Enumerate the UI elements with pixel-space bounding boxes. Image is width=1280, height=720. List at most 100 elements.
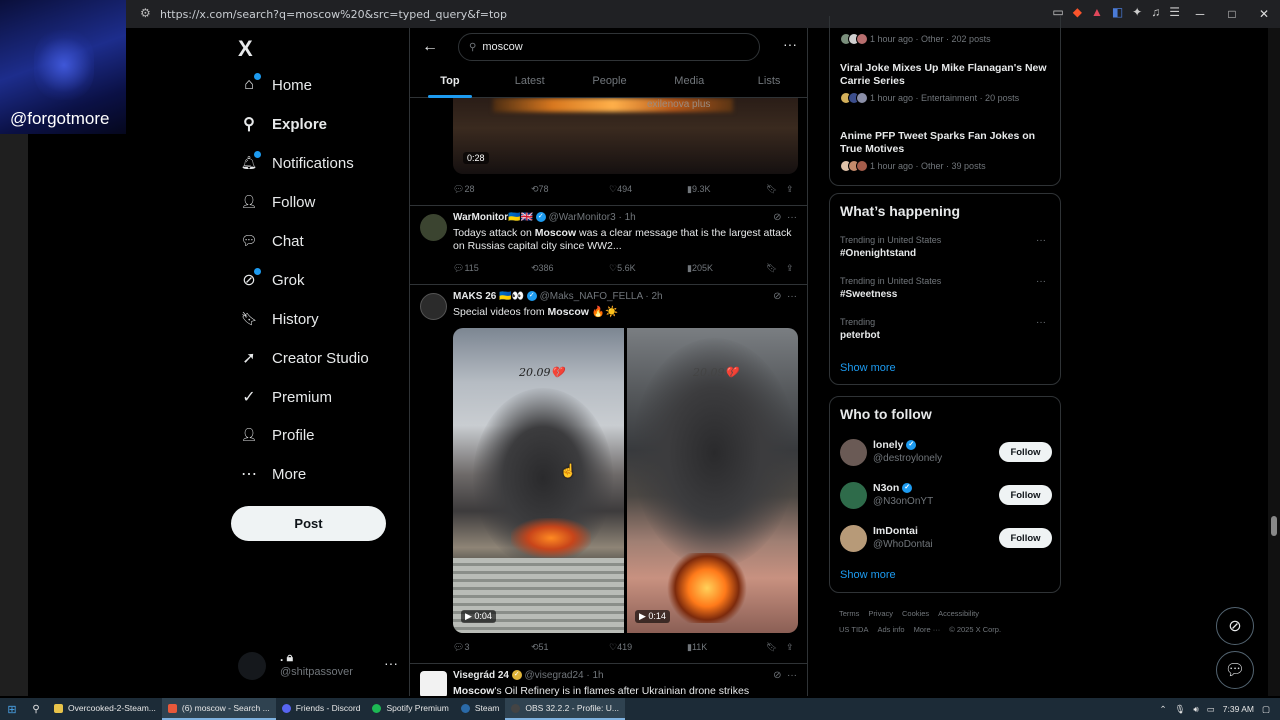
- close-button[interactable]: ✕: [1248, 0, 1280, 28]
- nav-chat[interactable]: 💬︎ Chat: [238, 226, 304, 256]
- tweet[interactable]: WarMonitor🇺🇦🇬🇧 ✓ @WarMonitor3 · 1h ⊘ ···…: [410, 205, 807, 285]
- tab-lists[interactable]: Lists: [729, 70, 807, 98]
- brave-shield-icon[interactable]: ◆: [1073, 5, 1082, 19]
- footer-link[interactable]: Accessibility: [938, 609, 979, 618]
- author-handle[interactable]: @visegrad24: [525, 670, 584, 681]
- bookmark-icon[interactable]: 🔖︎: [766, 184, 777, 195]
- more-icon[interactable]: ···: [1036, 317, 1046, 328]
- news-item[interactable]: Viral Joke Mixes Up Mike Flanagan's New …: [840, 62, 1052, 104]
- like-button[interactable]: ♡ 5.6K: [609, 263, 636, 274]
- video-player[interactable]: exilenova plus 0:28: [453, 98, 798, 174]
- microphone-icon[interactable]: 🎙︎: [1175, 704, 1186, 715]
- footer-link[interactable]: Terms: [839, 609, 859, 618]
- search-icon[interactable]: ⚲: [24, 704, 48, 715]
- like-button[interactable]: ♡ 419: [609, 642, 632, 653]
- author-name[interactable]: WarMonitor🇺🇦🇬🇧: [453, 212, 533, 223]
- tweet-menu[interactable]: ⊘ ···: [773, 212, 797, 223]
- share-icon[interactable]: ⇪: [786, 263, 794, 274]
- video-player[interactable]: 20.09💔 ▶ 0:14: [627, 328, 798, 633]
- repost-button[interactable]: ⟲ 386: [531, 263, 554, 274]
- nav-explore[interactable]: ⚲ Explore: [238, 109, 327, 139]
- tweet-time[interactable]: 2h: [651, 291, 662, 302]
- clock[interactable]: 7:39 AM: [1223, 704, 1254, 714]
- nav-history[interactable]: 🔖︎ History: [238, 304, 319, 334]
- follow-button[interactable]: Follow: [999, 442, 1052, 462]
- reply-button[interactable]: 💬︎ 3: [453, 642, 469, 653]
- avatar[interactable]: [840, 525, 867, 552]
- share-icon[interactable]: ⇪: [786, 642, 794, 653]
- taskbar-app[interactable]: Overcooked-2-Steam...: [48, 698, 162, 720]
- follow-suggestion[interactable]: lonely ✓ @destroylonely Follow: [840, 439, 1052, 469]
- volume-icon[interactable]: 🔊︎: [1193, 704, 1198, 715]
- nav-home[interactable]: ⌂ Home: [238, 70, 312, 100]
- views-button[interactable]: ▮ 205K: [687, 263, 713, 274]
- tweet[interactable]: MAKS 26 🇺🇦👀 ✓ @Maks_NAFO_FELLA · 2h ⊘ ··…: [410, 284, 807, 664]
- chat-fab-button[interactable]: 💬︎: [1216, 651, 1254, 689]
- grok-fab-button[interactable]: ⊘: [1216, 607, 1254, 645]
- reply-button[interactable]: 💬︎ 28: [453, 184, 474, 195]
- tweet-time[interactable]: 1h: [593, 670, 604, 681]
- avatar[interactable]: [420, 671, 447, 696]
- follow-button[interactable]: Follow: [999, 485, 1052, 505]
- more-icon[interactable]: ···: [783, 36, 797, 52]
- notification-icon[interactable]: ▢: [1262, 704, 1270, 715]
- account-switcher[interactable]: . 🔒︎ @shitpassover ···: [238, 650, 398, 684]
- avatar[interactable]: [420, 293, 447, 320]
- trend-item[interactable]: Trending in United States #Onenightstand…: [840, 235, 1052, 259]
- site-settings-icon[interactable]: ⚙: [140, 6, 151, 20]
- tweet-menu[interactable]: ⊘ ···: [773, 670, 797, 681]
- more-icon[interactable]: ···: [384, 655, 398, 671]
- suggestion-name[interactable]: ImDontai: [873, 525, 918, 537]
- tab-top[interactable]: Top: [410, 70, 490, 98]
- author-handle[interactable]: @WarMonitor3: [549, 212, 616, 223]
- nav-notifications[interactable]: 🔔︎ Notifications: [238, 148, 354, 178]
- brave-rewards-icon[interactable]: ▲: [1091, 5, 1103, 19]
- follow-suggestion[interactable]: N3on ✓ @N3onOnYT Follow: [840, 482, 1052, 512]
- nav-more[interactable]: ⋯ More: [238, 459, 306, 489]
- bookmark-icon[interactable]: 🔖︎: [766, 263, 777, 274]
- puzzle-icon[interactable]: ✦: [1132, 5, 1142, 19]
- show-more-link[interactable]: Show more: [840, 569, 896, 581]
- footer-link[interactable]: US TIDA: [839, 625, 868, 634]
- avatar[interactable]: [420, 214, 447, 241]
- news-item[interactable]: 1 hour ago · Other · 202 posts: [840, 29, 1052, 45]
- news-item[interactable]: Anime PFP Tweet Sparks Fan Jokes on True…: [840, 130, 1052, 172]
- footer-link[interactable]: Ads info: [877, 625, 904, 634]
- x-logo-icon[interactable]: X: [238, 36, 253, 62]
- search-input[interactable]: ⚲ moscow: [458, 33, 760, 61]
- views-button[interactable]: ▮ 11K: [687, 642, 707, 653]
- tweet[interactable]: Visegrád 24 ✓ @visegrad24 · 1h ⊘ ··· Mos…: [410, 663, 807, 696]
- trend-item[interactable]: Trending in United States #Sweetness ···: [840, 276, 1052, 300]
- taskbar-app[interactable]: Friends - Discord: [276, 698, 367, 720]
- page-scrollbar[interactable]: [1268, 28, 1280, 696]
- like-button[interactable]: ♡ 494: [609, 184, 632, 195]
- address-bar[interactable]: https://x.com/search?q=moscow%20&src=typ…: [160, 8, 507, 21]
- author-name[interactable]: Visegrád 24: [453, 670, 509, 681]
- follow-suggestion[interactable]: ImDontai @WhoDontai Follow: [840, 525, 1052, 555]
- views-button[interactable]: ▮ 9.3K: [687, 184, 710, 195]
- windows-start-icon[interactable]: ⊞: [0, 703, 24, 716]
- suggestion-name[interactable]: N3on ✓: [873, 482, 913, 494]
- post-button[interactable]: Post: [231, 506, 386, 541]
- network-icon[interactable]: ▭: [1207, 704, 1215, 715]
- repost-button[interactable]: ⟲ 51: [531, 642, 549, 653]
- footer-link[interactable]: Privacy: [868, 609, 893, 618]
- show-more-link[interactable]: Show more: [840, 362, 896, 374]
- chevron-up-icon[interactable]: ⌃: [1159, 704, 1166, 715]
- tab-latest[interactable]: Latest: [490, 70, 570, 98]
- suggestion-name[interactable]: lonely ✓: [873, 439, 917, 451]
- reply-button[interactable]: 💬︎ 115: [453, 263, 479, 274]
- taskbar-app[interactable]: OBS 32.2.2 - Profile: U...: [505, 698, 625, 720]
- taskbar-app[interactable]: (6) moscow - Search ...: [161, 698, 276, 720]
- tab-people[interactable]: People: [570, 70, 650, 98]
- maximize-button[interactable]: □: [1216, 0, 1248, 28]
- footer-link[interactable]: Cookies: [902, 609, 929, 618]
- back-arrow-icon[interactable]: ←: [422, 38, 438, 56]
- trend-item[interactable]: Trending peterbot ···: [840, 317, 1052, 341]
- minimize-button[interactable]: ─: [1184, 0, 1216, 28]
- scrollbar-thumb[interactable]: [1271, 516, 1277, 536]
- nav-grok[interactable]: ⊘ Grok: [238, 265, 305, 295]
- tab-media[interactable]: Media: [649, 70, 729, 98]
- share-icon[interactable]: ⇪: [786, 184, 794, 195]
- taskbar-app[interactable]: Steam: [455, 698, 506, 720]
